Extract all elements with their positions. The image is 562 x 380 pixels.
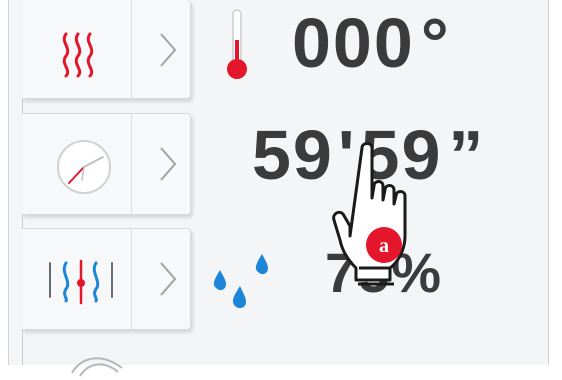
chevron-right-icon[interactable] — [157, 32, 179, 68]
time-second-mark: ” — [448, 116, 486, 194]
hand-pointer-icon: a — [332, 142, 407, 286]
annotation-label: a — [379, 235, 389, 257]
temperature-value[interactable]: 000° — [292, 3, 451, 83]
thermometer-icon — [227, 9, 247, 79]
heat-mode-button[interactable] — [22, 0, 191, 99]
heat-waves-icon — [62, 32, 94, 78]
steam-button[interactable] — [22, 340, 190, 380]
button-separator — [131, 229, 132, 329]
clock-icon — [57, 140, 111, 194]
timer-button[interactable] — [22, 113, 191, 215]
button-separator — [131, 0, 132, 98]
temperature-unit: ° — [420, 4, 451, 82]
chevron-right-icon[interactable] — [157, 261, 179, 297]
steam-icon — [71, 357, 123, 377]
button-separator — [131, 114, 132, 214]
water-drops-icon — [213, 254, 268, 309]
humidity-control-button[interactable] — [22, 228, 191, 330]
temperature-number: 000 — [292, 4, 415, 82]
chevron-right-icon[interactable] — [157, 146, 179, 182]
humidity-control-icon — [49, 259, 113, 305]
